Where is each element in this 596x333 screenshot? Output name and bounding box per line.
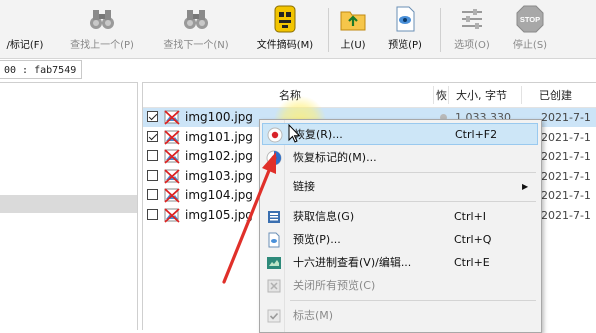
menu-item-label: 十六进制查看(V)/编辑... [293, 256, 412, 269]
find-previous-binoculars-icon [90, 10, 114, 29]
column-header-created[interactable]: 已创建 [539, 83, 572, 107]
deleted-image-file-icon [164, 129, 180, 145]
menu-item-label: 链接 [293, 180, 315, 193]
menu-item-label: 获取信息(G) [293, 210, 355, 223]
menu-item-label: 标志(M) [293, 309, 334, 322]
toolbar-separator [328, 8, 329, 52]
file-created-date: 2021-7-1 [541, 208, 591, 222]
options-sliders-icon [462, 9, 482, 29]
checkmark-icon [267, 309, 281, 323]
file-created-date: 2021-7-1 [541, 130, 591, 144]
file-created-date: 2021-7-1 [541, 189, 591, 202]
preview-label: 预览(P) [388, 40, 422, 51]
options-label: 选项(O) [454, 40, 490, 51]
menu-separator [290, 201, 536, 202]
column-header-size[interactable]: 大小, 字节 [456, 83, 507, 107]
deleted-image-file-icon [164, 110, 180, 125]
row-checkbox[interactable] [147, 150, 158, 161]
stop-sign-text: STOP [520, 15, 540, 24]
mark-button-label: /标记(F) [6, 40, 44, 51]
up-button[interactable]: 上(U) [335, 4, 371, 56]
find-previous-label: 查找上一个(P) [70, 40, 134, 51]
file-created-date: 2021-7-1 [541, 111, 591, 124]
submenu-arrow-icon: ▶ [522, 182, 529, 191]
file-name: img105.jpg [185, 207, 253, 222]
find-next-label: 查找下一个(N) [163, 40, 229, 51]
stop-sign-icon: STOP [516, 5, 544, 33]
up-folder-icon [340, 11, 366, 31]
menu-item-shortcut: Ctrl+F2 [455, 128, 498, 141]
folder-tree-pane[interactable] [0, 82, 138, 330]
file-name: img101.jpg [185, 129, 253, 144]
column-header-flag[interactable]: 恢 [436, 83, 447, 107]
menu-item-label: 预览(P)... [293, 233, 341, 246]
hex-view-icon [267, 257, 281, 269]
recover-marked-icon [266, 150, 282, 166]
menu-item-hex-view[interactable]: 十六进制查看(V)/编辑... Ctrl+E [262, 252, 538, 274]
menu-item-shortcut: Ctrl+E [454, 256, 490, 269]
find-next-button[interactable]: 查找下一个(N) [152, 4, 240, 56]
file-carving-button[interactable]: 文件摘码(M) [250, 4, 320, 56]
deleted-image-file-icon [164, 188, 180, 203]
menu-item-label: 恢复标记的(M)... [293, 151, 377, 164]
row-checkbox[interactable] [147, 208, 158, 220]
menu-item-get-info[interactable]: 获取信息(G) Ctrl+I [262, 206, 538, 228]
menu-item-preview[interactable]: 预览(P)... Ctrl+Q [262, 229, 538, 251]
mouse-pointer-icon [288, 124, 301, 143]
file-name: img103.jpg [185, 168, 253, 183]
preview-button[interactable]: 预览(P) [382, 4, 428, 56]
deleted-image-file-icon [164, 149, 180, 164]
column-divider[interactable] [433, 86, 434, 104]
file-created-date: 2021-7-1 [541, 169, 591, 183]
deleted-image-file-icon [164, 207, 180, 223]
file-carving-label: 文件摘码(M) [256, 40, 314, 51]
deleted-image-file-icon [164, 168, 180, 184]
menu-item-shortcut: Ctrl+I [454, 210, 487, 223]
row-checkbox[interactable] [147, 111, 158, 122]
preview-icon [396, 6, 415, 32]
mark-button[interactable]: /标记(F) [0, 4, 50, 56]
file-list-header: 名称 恢 大小, 字节 已创建 [143, 83, 596, 108]
file-name: img104.jpg [185, 188, 253, 202]
info-icon [268, 211, 280, 223]
file-created-date: 2021-7-1 [541, 150, 591, 163]
toolbar-separator [440, 8, 441, 52]
toolbar: /标记(F) 查找上一个(P) 查找下一个(N) 文件摘码(M) 上(U) 预览… [0, 0, 596, 59]
find-previous-button[interactable]: 查找上一个(P) [62, 4, 142, 56]
menu-item-shortcut: Ctrl+Q [454, 233, 492, 246]
recover-icon [267, 127, 283, 143]
menu-item-close-all-previews[interactable]: 关闭所有预览(C) [262, 275, 538, 297]
menu-item-link[interactable]: 链接 ▶ [262, 176, 538, 198]
mark-icon [10, 4, 40, 34]
menu-item-label: 恢复(R)... [294, 128, 343, 141]
menu-item-label: 关闭所有预览(C) [293, 279, 376, 292]
preview-small-icon [268, 232, 280, 248]
row-checkbox[interactable] [147, 189, 158, 200]
close-previews-icon [267, 279, 281, 293]
column-divider[interactable] [448, 86, 449, 104]
tree-selected-item[interactable] [0, 195, 137, 213]
column-divider[interactable] [521, 86, 522, 104]
address-field[interactable]: 00 : fab7549 [0, 60, 82, 79]
file-name: img100.jpg [185, 110, 253, 124]
row-checkbox[interactable] [147, 169, 158, 181]
file-name: img102.jpg [185, 149, 253, 163]
find-next-binoculars-icon [184, 10, 208, 29]
stop-button[interactable]: STOP 停止(S) [505, 4, 555, 56]
up-label: 上(U) [340, 40, 366, 51]
row-checkbox[interactable] [147, 130, 158, 142]
menu-separator [290, 172, 536, 173]
menu-item-recover-marked[interactable]: 恢复标记的(M)... [262, 147, 538, 169]
context-menu: 恢复(R)... Ctrl+F2 恢复标记的(M)... 链接 ▶ 获取信息(G… [259, 119, 542, 333]
menu-separator [290, 300, 536, 301]
menu-item-flag[interactable]: 标志(M) [262, 305, 538, 327]
options-button[interactable]: 选项(O) [447, 4, 497, 56]
stop-label: 停止(S) [512, 40, 548, 51]
file-carving-icon [274, 5, 296, 33]
menu-item-recover[interactable]: 恢复(R)... Ctrl+F2 [262, 123, 538, 145]
